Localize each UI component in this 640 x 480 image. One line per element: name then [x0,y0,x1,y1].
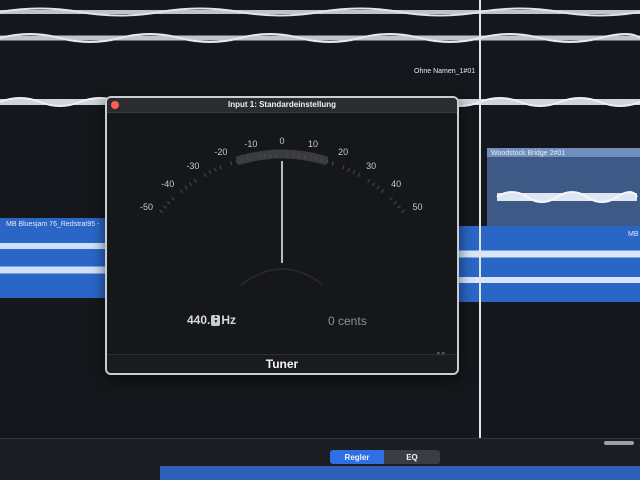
scale-minor-tick [393,201,397,205]
frequency-unit: Hz [221,313,237,327]
playhead[interactable] [479,0,481,438]
plugin-name: Tuner [265,357,299,371]
scale-minor-tick [352,170,356,175]
tuner-display: -50 -40 -30 -20 -10 0 10 20 30 40 50 440. ▲ ▼ Hz 0 … [107,113,457,362]
waveform-lane-1 [0,7,640,43]
scale-arc-shadow [235,149,329,166]
scale-minor-tick [258,154,260,159]
reference-frequency-control[interactable]: 440. ▲ ▼ Hz [187,313,236,327]
scale-minor-tick [163,205,167,209]
scale-label: 30 [366,160,377,171]
window-titlebar[interactable]: Input 1: Standardeinstellung [107,98,457,113]
scale-minor-tick [171,196,175,201]
scale-minor-tick [203,172,207,177]
scale-minor-tick [179,189,184,193]
scale-minor-tick [159,209,163,213]
horizontal-scrollbar[interactable] [604,441,634,445]
scale-label: 10 [308,138,319,149]
region-label-mb-right: MB [628,231,639,238]
scale-minor-tick [389,196,393,201]
scale-label: -20 [214,147,228,158]
scale-minor-tick [331,161,334,166]
scale-label: -40 [161,179,175,190]
scale-label: 50 [412,202,423,213]
waveform-woodstock [496,191,638,203]
region-label-woodstock: Woodstock Bridge 2#01 [491,150,566,157]
scale-minor-tick [167,201,171,205]
scale-minor-tick [193,178,197,183]
region-mb-bluesjam-left[interactable] [0,218,110,298]
scale-label: -10 [244,138,258,149]
window-title: Input 1: Standardeinstellung [227,100,336,109]
region-mb-bluesjam-right[interactable] [455,226,640,302]
scale-label: -50 [139,202,153,213]
scale-minor-tick [367,178,371,183]
scale-minor-tick [397,205,401,209]
tab-eq[interactable]: EQ [384,450,440,464]
tuner-window: Input 1: Standardeinstellung -50 -40 -30 -2… [105,96,459,375]
scale-minor-tick [304,154,306,159]
needle-pivot-arc [240,268,324,286]
region-label-ohne-namen[interactable]: Ohne Namen_1#01 [414,68,475,75]
region-label-mb-bluesjam: MB Bluesjam 76_Redstrat95 - [6,221,100,228]
waveform-mb-right [455,250,640,283]
scale-minor-tick [376,185,380,190]
scale-minor-tick [219,165,222,170]
scale-minor-tick [230,161,233,166]
scale-minor-tick [347,167,350,172]
scale-label: 20 [338,147,349,158]
scale-minor-tick [214,167,217,172]
scale-minor-tick [401,209,405,213]
scale-minor-tick [188,182,193,187]
region-woodstock-bridge[interactable] [487,148,640,226]
tuner-scale [159,149,405,286]
scale-minor-tick [342,165,345,170]
scale-label: 40 [391,179,402,190]
scale-minor-tick [357,172,361,177]
cents-readout: 0 cents [328,314,367,328]
scale-minor-tick [380,189,385,193]
bottom-channel-strip [160,466,640,480]
frequency-stepper-icon[interactable]: ▲ ▼ [211,314,221,326]
waveform-mb-left [0,243,110,274]
scale-minor-tick [208,170,212,175]
reference-frequency-value[interactable]: 440. [187,313,210,327]
scale-minor-tick [371,182,376,187]
plugin-footer: Tuner [107,354,457,373]
scale-label: 0 [279,136,285,146]
scale-label: -30 [186,160,200,171]
tab-regler[interactable]: Regler [330,450,384,464]
scale-minor-tick [184,185,188,190]
